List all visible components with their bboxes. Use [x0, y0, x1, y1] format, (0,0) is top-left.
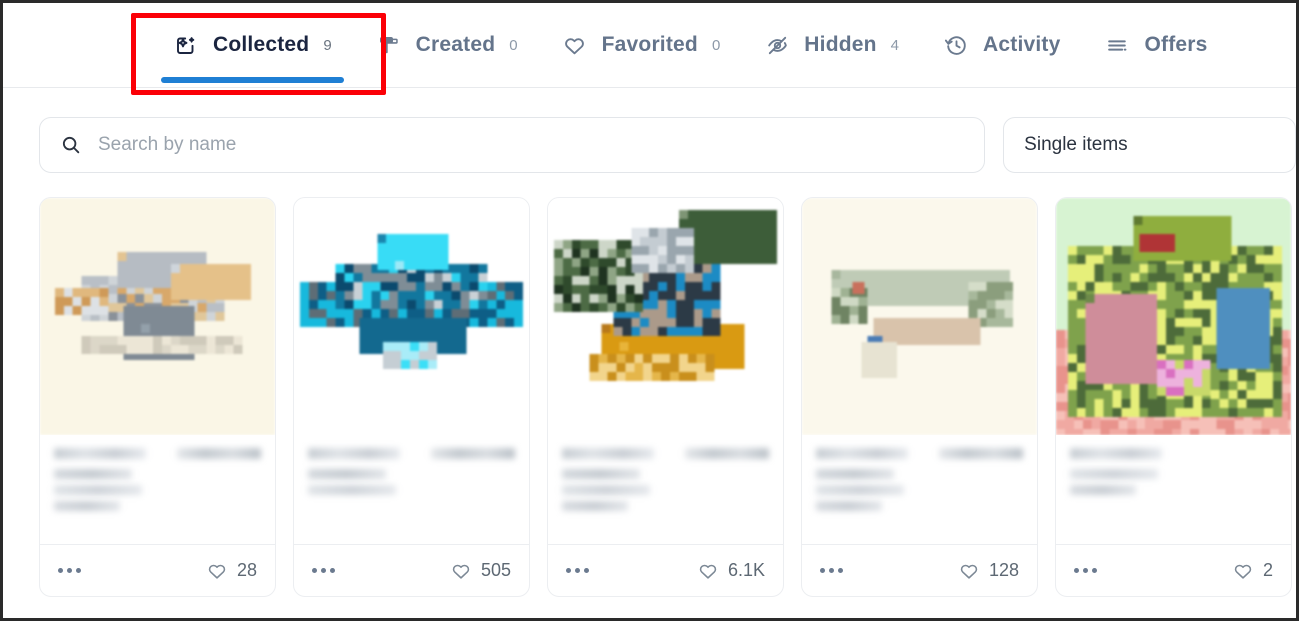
item-thumbnail	[802, 198, 1037, 435]
profile-tab-bar: Collected 9 Created 0 Favorited 0 Hidden…	[3, 3, 1296, 88]
item-thumbnail	[548, 198, 783, 435]
item-detail-redacted	[308, 485, 396, 495]
item-name-price-row	[562, 448, 769, 459]
list-lines-icon	[1104, 32, 1130, 58]
item-like-count: 2	[1262, 560, 1273, 580]
tab-hidden[interactable]: Hidden 4	[742, 3, 921, 88]
tab-favorited-count: 0	[711, 36, 721, 54]
item-like-button[interactable]: 505	[450, 560, 511, 582]
heart-icon	[562, 32, 588, 58]
item-like-button[interactable]: 6.1K	[697, 560, 765, 582]
item-info	[548, 435, 783, 544]
item-info	[294, 435, 529, 544]
item-footer: 6.1K	[548, 544, 783, 596]
tab-favorited-label: Favorited	[601, 33, 698, 56]
item-name-redacted	[54, 448, 146, 459]
item-card[interactable]: 505	[293, 197, 530, 597]
heart-icon	[1232, 560, 1254, 582]
tab-collected[interactable]: Collected 9	[151, 3, 354, 88]
tab-offers-label: Offers	[1144, 33, 1208, 56]
item-price-redacted	[685, 448, 769, 459]
item-thumbnail	[1056, 198, 1291, 435]
item-more-options-button[interactable]	[820, 568, 843, 573]
item-detail-redacted	[54, 501, 120, 511]
item-info	[1056, 435, 1291, 544]
item-info	[802, 435, 1037, 544]
search-bar[interactable]	[39, 117, 986, 173]
item-more-options-button[interactable]	[58, 568, 81, 573]
item-detail-redacted	[1070, 469, 1158, 479]
item-like-count: 28	[236, 560, 257, 580]
active-tab-underline	[161, 76, 344, 83]
search-icon	[60, 134, 82, 156]
item-thumbnail	[40, 198, 275, 435]
heart-icon	[958, 560, 980, 582]
item-card[interactable]: 28	[39, 197, 276, 597]
heart-icon	[206, 560, 228, 582]
item-detail-redacted	[1070, 485, 1136, 495]
item-footer: 2	[1056, 544, 1291, 596]
item-name-price-row	[816, 448, 1023, 459]
item-footer: 28	[40, 544, 275, 596]
tab-activity[interactable]: Activity	[921, 3, 1082, 88]
item-name-redacted	[562, 448, 654, 459]
item-name-price-row	[308, 448, 515, 459]
item-more-options-button[interactable]	[312, 568, 335, 573]
tab-created-count: 0	[509, 36, 518, 54]
history-clock-icon	[943, 32, 969, 58]
eye-off-icon	[764, 32, 790, 58]
item-detail-redacted	[562, 469, 640, 479]
item-type-select-value: Single items	[1024, 134, 1128, 155]
item-detail-redacted	[816, 469, 894, 479]
item-detail-redacted	[816, 485, 904, 495]
item-card[interactable]: 6.1K	[547, 197, 784, 597]
item-name-price-row	[1070, 448, 1277, 459]
collected-sparkle-icon	[173, 32, 199, 58]
item-name-price-row	[54, 448, 261, 459]
item-like-count: 128	[988, 560, 1019, 580]
filter-toolbar: Single items	[3, 88, 1296, 173]
item-type-select[interactable]: Single items	[1003, 117, 1296, 173]
item-info	[40, 435, 275, 544]
item-detail-redacted	[308, 469, 386, 479]
item-footer: 128	[802, 544, 1037, 596]
item-detail-redacted	[562, 501, 628, 511]
search-input[interactable]	[98, 134, 965, 156]
item-like-button[interactable]: 128	[958, 560, 1019, 582]
item-detail-redacted	[54, 469, 132, 479]
item-like-count: 6.1K	[727, 560, 765, 580]
item-detail-redacted	[562, 485, 650, 495]
item-price-redacted	[177, 448, 261, 459]
item-card[interactable]: 2	[1055, 197, 1292, 597]
tab-hidden-label: Hidden	[804, 33, 877, 56]
page-root: Collected 9 Created 0 Favorited 0 Hidden…	[0, 0, 1299, 621]
item-detail-redacted	[54, 485, 142, 495]
tab-hidden-count: 4	[890, 36, 900, 54]
tab-favorited[interactable]: Favorited 0	[540, 3, 743, 88]
tab-created[interactable]: Created 0	[354, 3, 540, 88]
paint-roller-icon	[376, 32, 402, 58]
item-more-options-button[interactable]	[1074, 568, 1097, 573]
item-price-redacted	[431, 448, 515, 459]
item-like-button[interactable]: 2	[1232, 560, 1273, 582]
item-price-redacted	[939, 448, 1023, 459]
item-name-redacted	[308, 448, 400, 459]
tab-offers[interactable]: Offers	[1082, 3, 1229, 88]
tab-collected-label: Collected	[213, 33, 310, 56]
heart-icon	[450, 560, 472, 582]
item-like-count: 505	[480, 560, 511, 580]
tab-collected-count: 9	[323, 36, 332, 54]
tab-created-label: Created	[415, 33, 496, 56]
item-detail-redacted	[816, 501, 882, 511]
items-grid: 28 505 6.1K 128 2	[3, 173, 1296, 597]
heart-icon	[697, 560, 719, 582]
item-like-button[interactable]: 28	[206, 560, 257, 582]
item-more-options-button[interactable]	[566, 568, 589, 573]
item-thumbnail	[294, 198, 529, 435]
item-footer: 505	[294, 544, 529, 596]
tab-activity-label: Activity	[983, 33, 1061, 56]
item-name-redacted	[1070, 448, 1162, 459]
item-card[interactable]: 128	[801, 197, 1038, 597]
item-name-redacted	[816, 448, 908, 459]
